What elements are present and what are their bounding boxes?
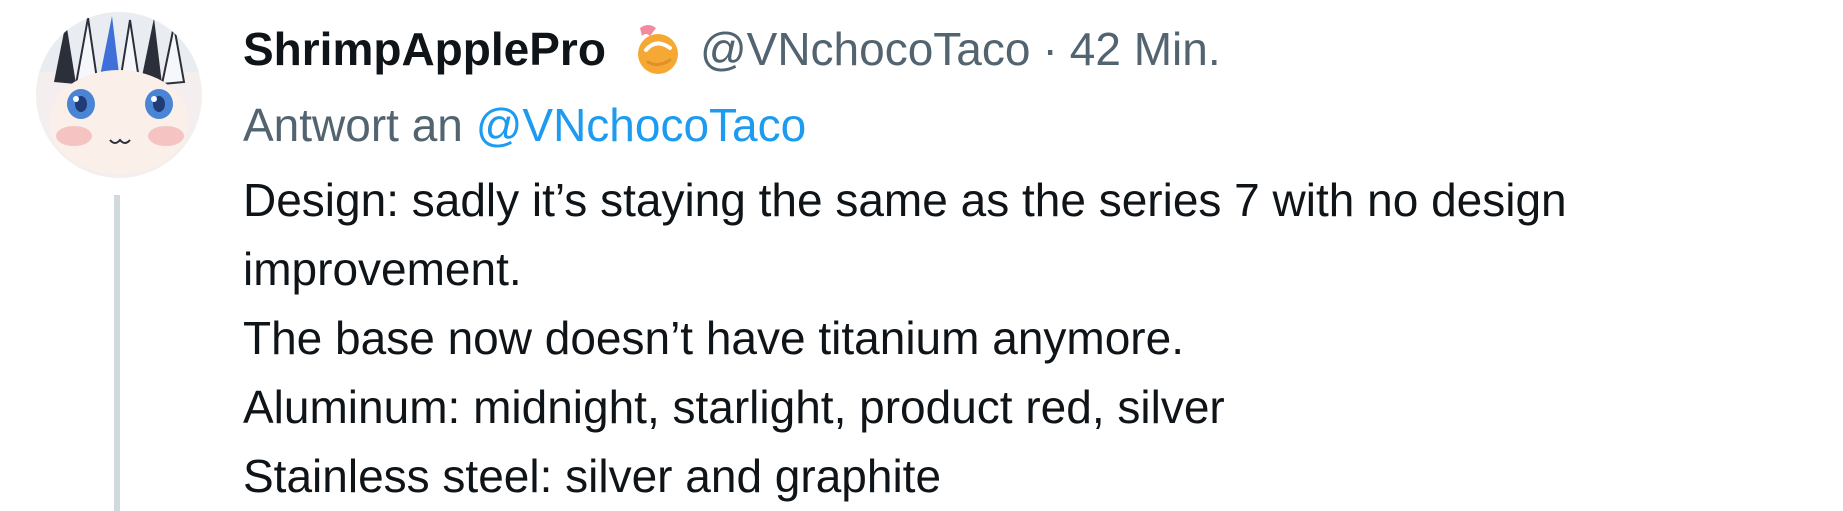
tweet-content: ShrimpApplePro @VNchocoTaco · 42 Min. An… [243, 18, 1803, 511]
reply-context: Antwort an @VNchocoTaco [243, 94, 1803, 156]
reply-mention-link[interactable]: @VNchocoTaco [476, 99, 807, 151]
avatar[interactable] [36, 12, 202, 178]
tweet-body-line: Stainless steel: silver and graphite [243, 450, 942, 502]
tweet-body-line: Design: sadly it’s staying the same as t… [243, 174, 1567, 226]
tweet-body-line: The base now doesn’t have titanium anymo… [243, 312, 1184, 364]
tweet-body: Design: sadly it’s staying the same as t… [243, 166, 1803, 511]
tweet-timestamp[interactable]: 42 Min. [1070, 18, 1221, 80]
separator-dot: · [1042, 23, 1058, 75]
author-handle[interactable]: @VNchocoTaco [700, 18, 1031, 80]
tweet-body-line: Aluminum: midnight, starlight, product r… [243, 381, 1225, 433]
thread-connector-line [114, 195, 120, 511]
shrimp-icon [626, 20, 684, 78]
avatar-image [36, 12, 202, 178]
reply-prefix: Antwort an [243, 99, 476, 151]
tweet-body-line: improvement. [243, 243, 522, 295]
author-display-name[interactable]: ShrimpApplePro [243, 18, 606, 80]
tweet-header: ShrimpApplePro @VNchocoTaco · 42 Min. [243, 18, 1803, 80]
